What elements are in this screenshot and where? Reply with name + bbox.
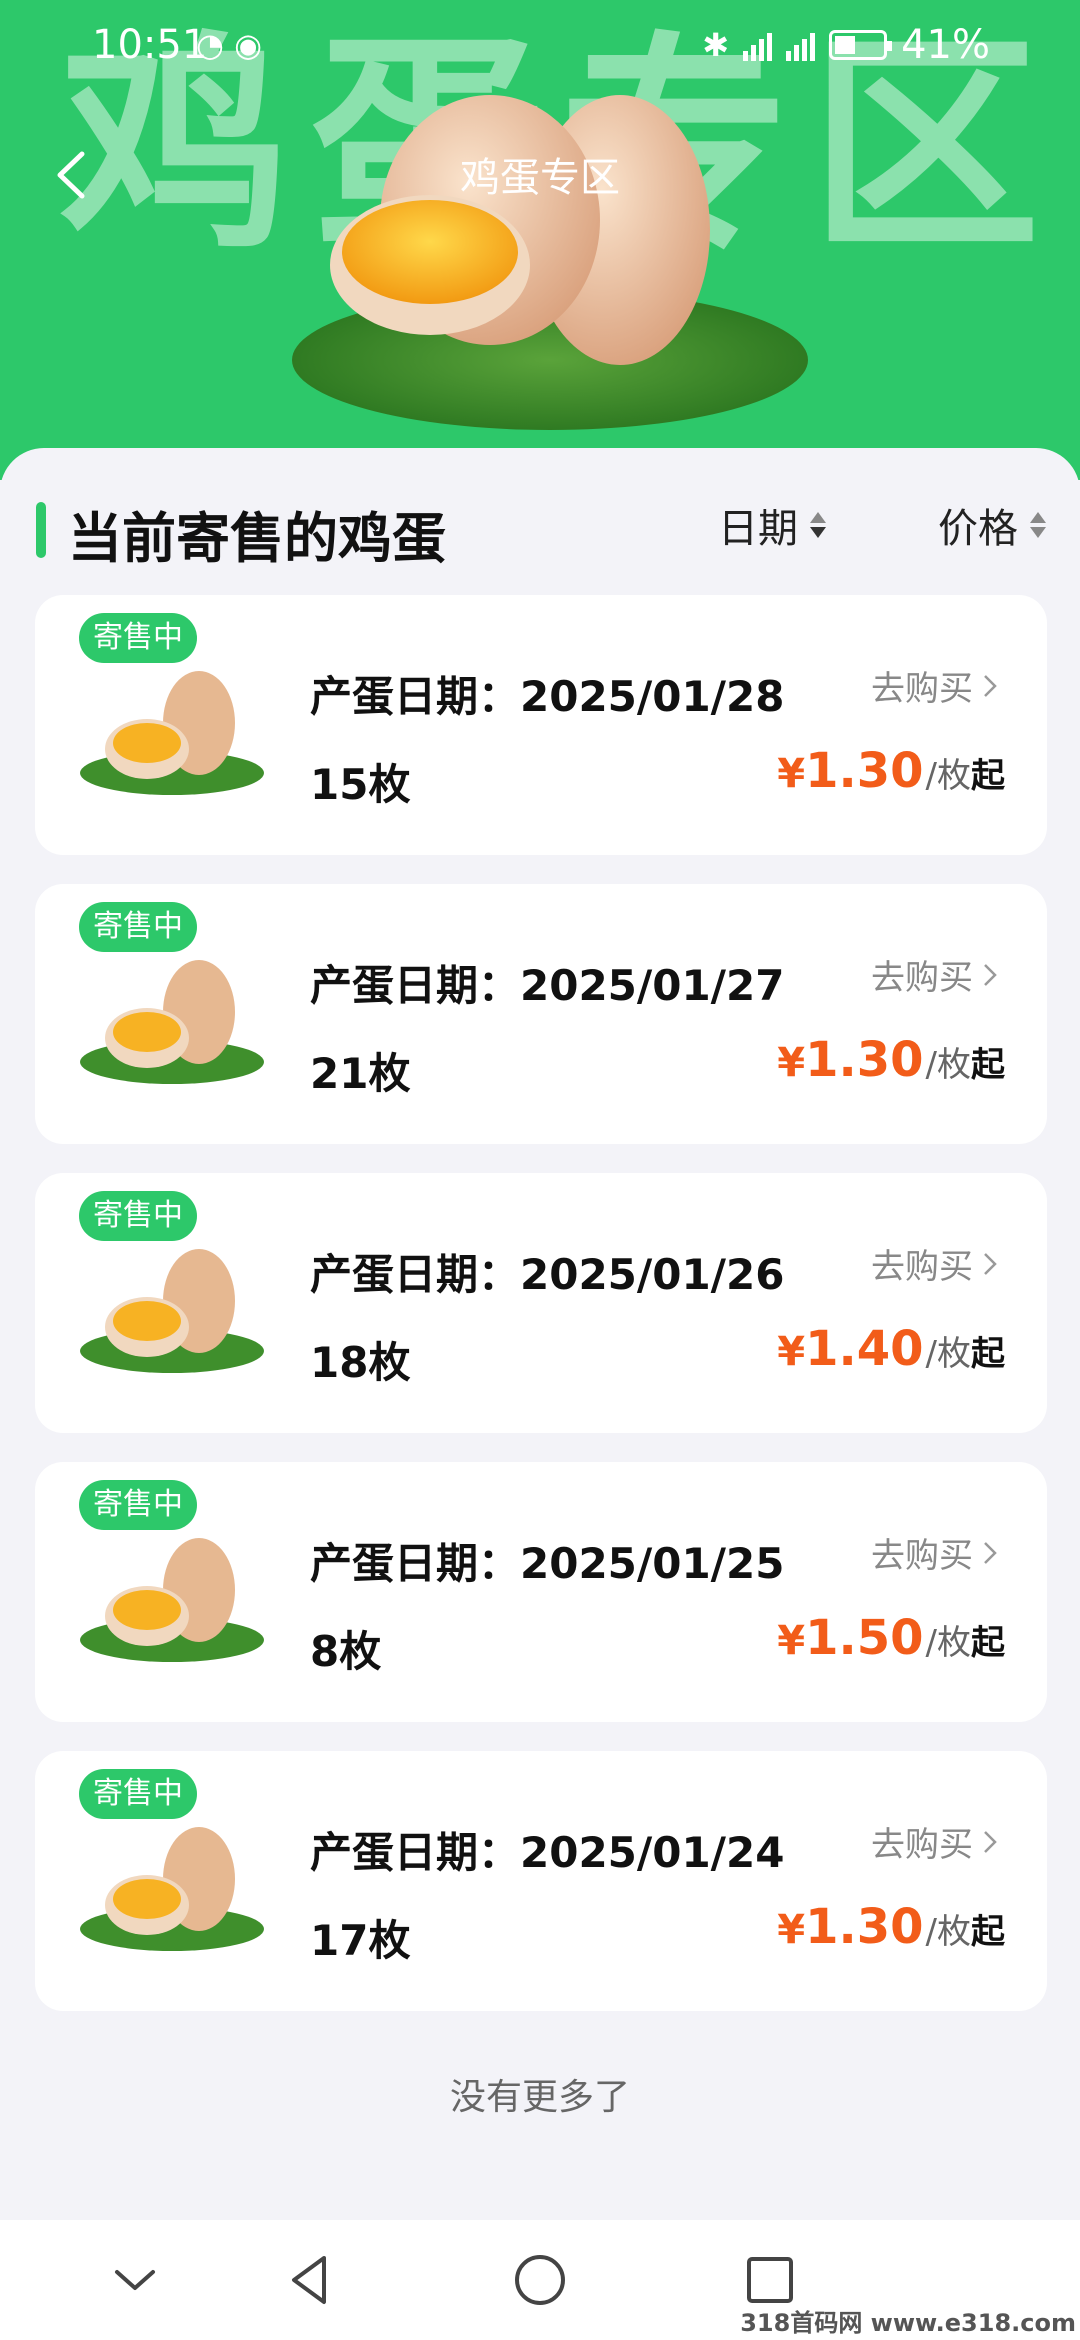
chevron-right-icon: [984, 1541, 997, 1564]
status-bar: 10:51 ◔ ◉ ✱ 41%: [0, 0, 1080, 90]
egg-quantity: 18枚: [310, 1338, 411, 1387]
price: ¥ 1.40 /枚 起: [777, 1321, 1005, 1377]
chevron-right-icon: [984, 1252, 997, 1275]
buy-label: 去购买: [871, 669, 973, 709]
price-suffix: 起: [971, 756, 1005, 796]
price-value: 1.30: [805, 1899, 924, 1955]
nav-recents-icon[interactable]: [740, 2250, 800, 2310]
status-badge: 寄售中: [79, 1480, 197, 1530]
laying-date: 产蛋日期：2025/01/26: [310, 1250, 785, 1299]
buy-label: 去购买: [871, 1536, 973, 1576]
signal-icon: [743, 29, 773, 61]
listing-card[interactable]: 寄售中 产蛋日期：2025/01/25 8枚 去购买 ¥ 1.50 /枚 起: [35, 1462, 1047, 1722]
price-currency: ¥: [777, 1907, 806, 1953]
header-banner: 鸡蛋专区 10:51 ◔ ◉ ✱ 41%: [0, 0, 1080, 480]
status-time: 10:51: [92, 22, 208, 68]
price-value: 1.30: [805, 1032, 924, 1088]
price-unit: /枚: [925, 1623, 971, 1663]
buy-button[interactable]: 去购买: [871, 1239, 997, 1288]
chevron-right-icon: [984, 1830, 997, 1853]
price-currency: ¥: [777, 751, 806, 797]
egg-thumbnail-image: [80, 960, 264, 1084]
egg-quantity: 15枚: [310, 760, 411, 809]
chevron-right-icon: [984, 674, 997, 697]
sort-by-date[interactable]: 日期: [718, 496, 826, 554]
price-unit: /枚: [925, 1334, 971, 1374]
battery-icon: [829, 30, 893, 60]
price: ¥ 1.30 /枚 起: [777, 1032, 1005, 1088]
price-currency: ¥: [777, 1040, 806, 1086]
price: ¥ 1.50 /枚 起: [777, 1610, 1005, 1666]
buy-label: 去购买: [871, 958, 973, 998]
price-unit: /枚: [925, 1045, 971, 1085]
page-title: 鸡蛋专区: [460, 155, 620, 201]
nav-home-icon[interactable]: [510, 2250, 570, 2310]
egg-thumbnail-image: [80, 1538, 264, 1662]
laying-date: 产蛋日期：2025/01/27: [310, 961, 785, 1010]
buy-button[interactable]: 去购买: [871, 1817, 997, 1866]
chevron-right-icon: [984, 963, 997, 986]
egg-quantity: 17枚: [310, 1916, 411, 1965]
section-title: 当前寄售的鸡蛋: [68, 507, 446, 570]
laying-date: 产蛋日期：2025/01/25: [310, 1539, 785, 1588]
egg-quantity: 8枚: [310, 1627, 382, 1676]
battery-percent: 41%: [901, 22, 990, 68]
nav-back-icon[interactable]: [280, 2250, 340, 2310]
buy-button[interactable]: 去购买: [871, 661, 997, 710]
laying-date: 产蛋日期：2025/01/28: [310, 672, 785, 721]
status-badge: 寄售中: [79, 1769, 197, 1819]
price-currency: ¥: [777, 1329, 806, 1375]
price-unit: /枚: [925, 1912, 971, 1952]
system-nav-bar: 318首码网 www.e318.com: [0, 2220, 1080, 2340]
section-accent-bar: [36, 502, 46, 558]
price-unit: /枚: [925, 756, 971, 796]
price-suffix: 起: [971, 1623, 1005, 1663]
listing-card[interactable]: 寄售中 产蛋日期：2025/01/26 18枚 去购买 ¥ 1.40 /枚 起: [35, 1173, 1047, 1433]
sort-price-label: 价格: [938, 506, 1018, 552]
status-right-group: ✱ 41%: [702, 22, 990, 68]
listing-card[interactable]: 寄售中 产蛋日期：2025/01/27 21枚 去购买 ¥ 1.30 /枚 起: [35, 884, 1047, 1144]
price-value: 1.30: [805, 743, 924, 799]
price-suffix: 起: [971, 1912, 1005, 1952]
sort-date-label: 日期: [718, 506, 798, 552]
laying-date: 产蛋日期：2025/01/24: [310, 1828, 785, 1877]
chevron-down-icon[interactable]: [105, 2250, 165, 2310]
buy-label: 去购买: [871, 1247, 973, 1287]
listing-card[interactable]: 寄售中 产蛋日期：2025/01/24 17枚 去购买 ¥ 1.30 /枚 起: [35, 1751, 1047, 2011]
price-suffix: 起: [971, 1334, 1005, 1374]
sort-arrows-icon: [1030, 512, 1046, 538]
no-more-text: 没有更多了: [449, 2077, 630, 2118]
sort-by-price[interactable]: 价格: [938, 496, 1046, 554]
status-badge: 寄售中: [79, 1191, 197, 1241]
price: ¥ 1.30 /枚 起: [777, 1899, 1005, 1955]
egg-quantity: 21枚: [310, 1049, 411, 1098]
buy-button[interactable]: 去购买: [871, 1528, 997, 1577]
buy-button[interactable]: 去购买: [871, 950, 997, 999]
egg-thumbnail-image: [80, 671, 264, 795]
sort-arrows-icon: [810, 512, 826, 538]
price-value: 1.50: [805, 1610, 924, 1666]
buy-label: 去购买: [871, 1825, 973, 1865]
bluetooth-icon: ✱: [702, 26, 730, 64]
price: ¥ 1.30 /枚 起: [777, 743, 1005, 799]
listing-sheet: 当前寄售的鸡蛋 日期 价格 寄售中 产蛋日期：2025/01/28 15枚 去购…: [0, 448, 1080, 2220]
status-badge: 寄售中: [79, 902, 197, 952]
price-suffix: 起: [971, 1045, 1005, 1085]
site-watermark: 318首码网 www.e318.com: [740, 2309, 1076, 2337]
signal-icon-2: [786, 29, 816, 61]
egg-thumbnail-image: [80, 1827, 264, 1951]
status-badge: 寄售中: [79, 613, 197, 663]
price-currency: ¥: [777, 1618, 806, 1664]
status-notification-icons: ◔ ◉: [196, 26, 263, 64]
egg-thumbnail-image: [80, 1249, 264, 1373]
egg-hero-image: [292, 95, 808, 430]
listing-card[interactable]: 寄售中 产蛋日期：2025/01/28 15枚 去购买 ¥ 1.30 /枚 起: [35, 595, 1047, 855]
price-value: 1.40: [805, 1321, 924, 1377]
